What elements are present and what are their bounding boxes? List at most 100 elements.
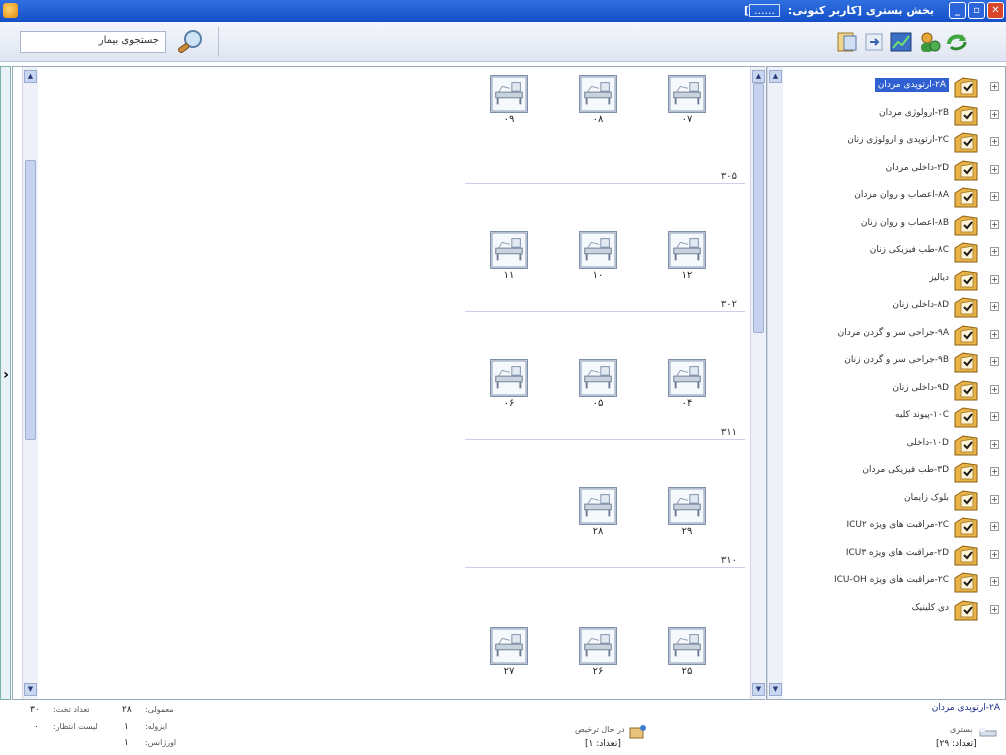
ward-tree-item[interactable]: +۲D-داخلی مردان xyxy=(783,156,1005,183)
bed-icon xyxy=(579,627,617,665)
inpatient-label: بستری xyxy=(950,725,973,734)
expand-icon[interactable]: + xyxy=(990,494,999,504)
expand-icon[interactable]: + xyxy=(990,522,999,531)
bed-tile[interactable]: ۰۹ xyxy=(484,75,534,127)
ward-tree-item[interactable]: + دیالیز xyxy=(783,266,1005,293)
ward-tree-item[interactable]: +۸A-اعصاب و روان مردان xyxy=(783,183,1005,210)
ward-tree-item[interactable]: +۱۰D-داخلی xyxy=(783,431,1005,458)
scroll-thumb[interactable] xyxy=(753,83,764,333)
chart-icon[interactable] xyxy=(889,30,913,54)
ward-tree-item[interactable]: +۹B-جراحی سر و گردن زنان xyxy=(783,348,1005,375)
ward-tree-item[interactable]: +۸B-اعصاب و روان زنان xyxy=(783,211,1005,238)
refresh-icon[interactable] xyxy=(945,30,969,54)
expand-icon[interactable]: + xyxy=(990,467,999,476)
ward-tree-item[interactable]: +۸C-طب فیزیکی زنان xyxy=(783,238,1005,265)
bed-icon xyxy=(668,627,706,665)
waitlist-value: ۰ xyxy=(34,722,39,732)
scroll-down-button[interactable]: ▼ xyxy=(769,683,782,696)
ward-folder-icon xyxy=(954,187,978,208)
toolbar: جستجوی بیمار xyxy=(0,22,1006,62)
bed-tile[interactable]: ۱۲ xyxy=(662,231,712,283)
ward-label: ۲C-مراقبت های ویژه ICU۲ xyxy=(846,520,949,530)
bed-tile[interactable]: ۰۴ xyxy=(662,359,712,411)
scroll-thumb[interactable] xyxy=(25,160,36,440)
ward-folder-icon xyxy=(954,159,978,180)
ward-tree-item[interactable]: +۱۰C-پیوند کلیه xyxy=(783,403,1005,430)
expand-icon[interactable]: + xyxy=(990,247,999,256)
ward-tree-item[interactable]: +۹D-داخلی زنان xyxy=(783,376,1005,403)
ward-tree-item[interactable]: +۲B-ارولوژی مردان xyxy=(783,101,1005,128)
expand-icon[interactable]: + xyxy=(990,109,999,119)
ward-tree-item[interactable]: +۲C-ارتوپدی و ارولوژی زنان xyxy=(783,128,1005,155)
close-button[interactable]: ✕ xyxy=(987,2,1004,19)
expand-icon[interactable]: + xyxy=(990,137,999,146)
bed-tile[interactable]: ۱۱ xyxy=(484,231,534,283)
expand-icon[interactable]: + xyxy=(990,82,999,91)
ward-tree-item[interactable]: +۲C-مراقبت های ویژه ICU۲ xyxy=(783,513,1005,540)
bed-number: ۰۶ xyxy=(503,398,515,409)
transfer-icon[interactable] xyxy=(862,30,886,54)
ward-tree-item[interactable]: +۲D-مراقبت های ویژه ICU۳ xyxy=(783,541,1005,568)
expand-icon[interactable]: + xyxy=(990,357,999,366)
ward-tree-item[interactable]: +۳D-طب فیزیکی مردان xyxy=(783,458,1005,485)
beds-scrollbar-right[interactable]: ▲ ▼ xyxy=(750,67,766,699)
discharge-icon xyxy=(629,725,646,739)
beds-panel: ▲ ▼ ▲ ▼ ۰۷ ۰۸ ۰۹ ۳۰۵ ۱۲ ۱۰ ۱۱ ۳۰۲ ۰۴ ۰۵ ۰۶ ۳۱۱ ۲۹ ۲۸ ۳… xyxy=(12,66,766,700)
bed-number: ۰۴ xyxy=(681,398,693,409)
expand-icon[interactable]: + xyxy=(990,412,999,421)
report-icon[interactable] xyxy=(835,30,859,54)
expand-icon[interactable]: + xyxy=(990,219,999,229)
expand-icon[interactable]: + xyxy=(990,439,999,449)
beds-scrollbar-left[interactable]: ▲ ▼ xyxy=(22,67,38,699)
maximize-button[interactable]: ▫ xyxy=(968,2,985,19)
ward-tree-item[interactable]: + دی کلینیک xyxy=(783,596,1005,623)
bed-tile[interactable]: ۲۹ xyxy=(662,487,712,539)
search-input[interactable]: جستجوی بیمار xyxy=(20,31,166,53)
bed-tile[interactable]: ۰۸ xyxy=(573,75,623,127)
ward-label: ۹B-جراحی سر و گردن زنان xyxy=(844,355,949,365)
occupied-label: معمولی: xyxy=(145,705,174,714)
window-title-main: بخش بستری [کاربر کنونی: xyxy=(787,4,934,17)
scroll-up-button[interactable]: ▲ xyxy=(24,70,37,83)
bed-icon xyxy=(490,627,528,665)
ward-label: ۹D-داخلی زنان xyxy=(892,382,949,393)
ward-tree-item[interactable]: +۹A-جراحی سر و گردن مردان xyxy=(783,321,1005,348)
bed-tile[interactable]: ۲۷ xyxy=(484,627,534,679)
scroll-up-button[interactable]: ▲ xyxy=(769,70,782,83)
scroll-down-button[interactable]: ▼ xyxy=(752,683,765,696)
expand-icon[interactable]: + xyxy=(990,164,999,174)
expand-icon[interactable]: + xyxy=(990,192,999,201)
bed-number: ۱۲ xyxy=(681,270,693,281)
minimize-button[interactable]: _ xyxy=(949,2,966,19)
bed-tile[interactable]: ۲۸ xyxy=(573,487,623,539)
bed-tile[interactable]: ۲۵ xyxy=(662,627,712,679)
expand-icon[interactable]: + xyxy=(990,549,999,559)
ward-tree-item[interactable]: +۲A-ارتوپدی مردان xyxy=(783,73,1005,100)
collapse-rail[interactable]: › xyxy=(0,66,11,700)
expand-icon[interactable]: + xyxy=(990,384,999,394)
bed-tile[interactable]: ۱۰ xyxy=(573,231,623,283)
expand-icon[interactable]: + xyxy=(990,577,999,586)
ward-folder-icon xyxy=(954,324,978,345)
ward-tree-item[interactable]: + بلوک زایمان xyxy=(783,486,1005,513)
bed-tile[interactable]: ۰۶ xyxy=(484,359,534,411)
bed-tile[interactable]: ۰۵ xyxy=(573,359,623,411)
expand-icon[interactable]: + xyxy=(990,329,999,339)
search-icon[interactable] xyxy=(176,28,206,56)
bed-tile[interactable]: ۰۷ xyxy=(662,75,712,127)
total-beds-label: تعداد تخت: xyxy=(53,705,90,714)
scroll-up-button[interactable]: ▲ xyxy=(752,70,765,83)
collapse-arrow-icon[interactable]: › xyxy=(1,367,11,383)
window-title-user: ...... xyxy=(749,4,781,17)
bed-tile[interactable]: ۲۶ xyxy=(573,627,623,679)
room-header: ۳۱۰ xyxy=(465,555,745,568)
scroll-down-button[interactable]: ▼ xyxy=(24,683,37,696)
ward-scrollbar[interactable]: ▲ ▼ xyxy=(767,67,783,699)
user-add-icon[interactable] xyxy=(917,30,941,54)
ward-tree-item[interactable]: +۸D-داخلی زنان xyxy=(783,293,1005,320)
ward-tree-item[interactable]: +۲C-مراقبت های ویژه ICU-OH xyxy=(783,568,1005,595)
expand-icon[interactable]: + xyxy=(990,274,999,284)
expand-icon[interactable]: + xyxy=(990,302,999,311)
expand-icon[interactable]: + xyxy=(990,604,999,614)
room-header: ۳۱۱ xyxy=(465,427,745,440)
